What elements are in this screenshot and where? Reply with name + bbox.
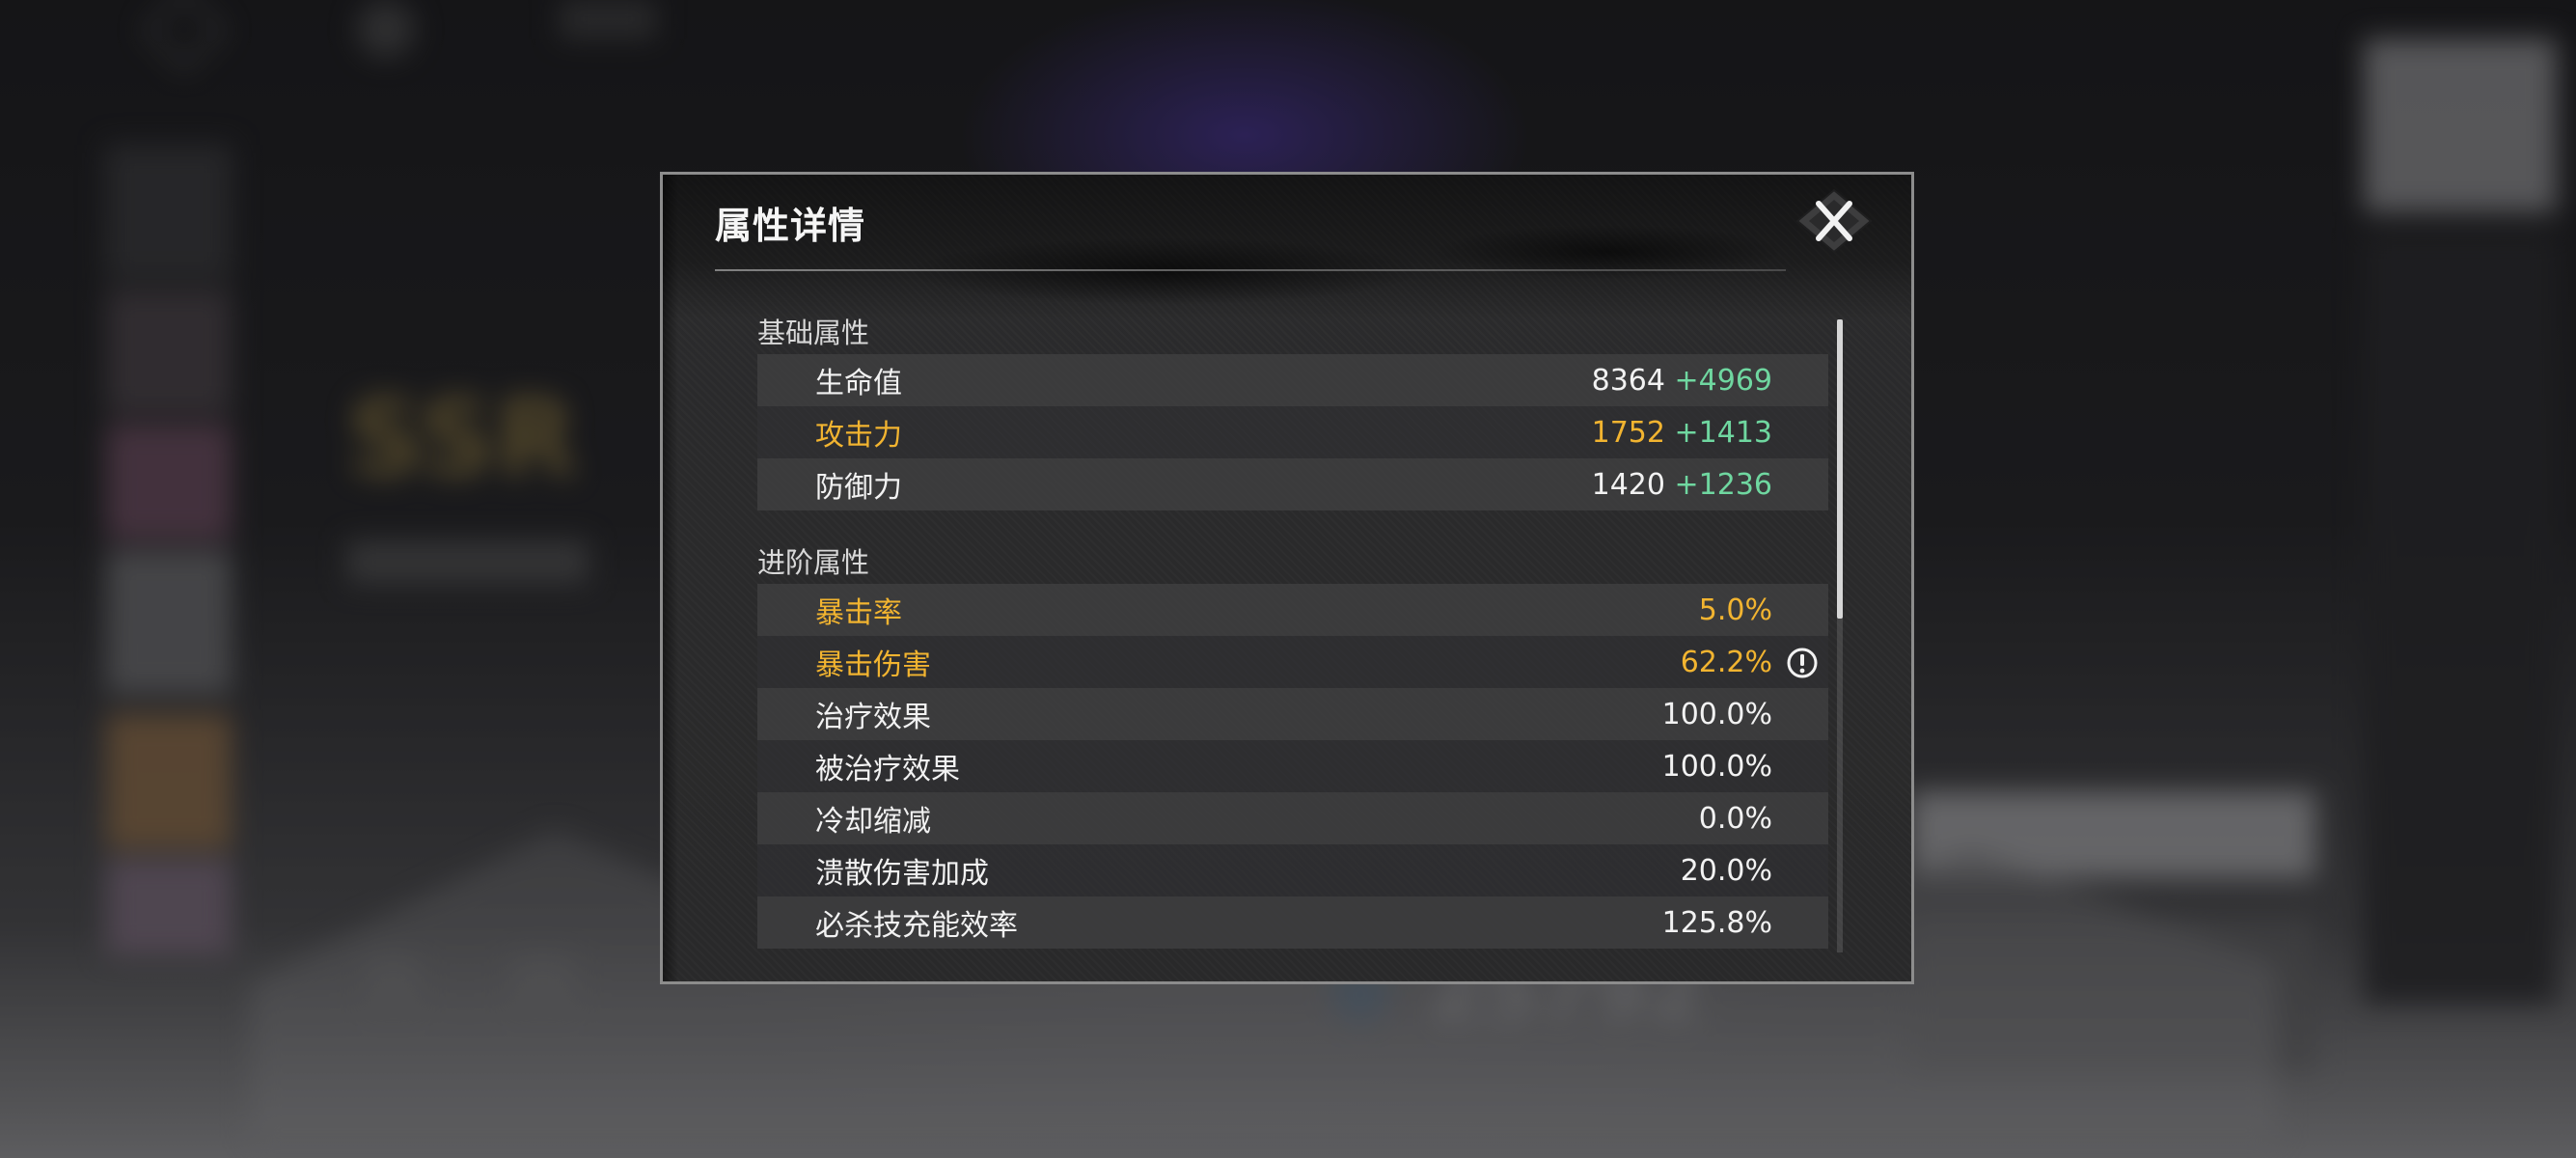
scrollbar[interactable] <box>1837 319 1843 952</box>
attr-row-break-damage: 溃散伤害加成 20.0% <box>757 844 1828 896</box>
attr-value: 0.0% <box>1699 802 1772 836</box>
attr-label: 治疗效果 <box>815 701 931 734</box>
close-x-icon <box>1795 188 1873 254</box>
attr-row-attack: 攻击力 1752 +1413 <box>757 406 1828 458</box>
attr-row-defense: 防御力 1420 +1236 <box>757 458 1828 510</box>
attr-label: 溃散伤害加成 <box>815 857 989 891</box>
attr-label: 暴击伤害 <box>815 648 931 682</box>
attr-value: 8364 +4969 <box>1592 364 1772 398</box>
attribute-details-dialog: 属性详情 基础属性 生命值 8364 +4969 攻击力 1752 +1413 … <box>660 172 1914 984</box>
info-exclamation-icon[interactable] <box>1786 647 1819 679</box>
section-title-basic: 基础属性 <box>757 317 870 349</box>
attr-label: 冷却缩减 <box>815 805 931 839</box>
attr-label: 暴击率 <box>815 596 902 630</box>
attr-row-hp: 生命值 8364 +4969 <box>757 354 1828 406</box>
attr-bonus-value: +4969 <box>1674 363 1772 398</box>
attr-bonus-value: +1236 <box>1674 467 1772 502</box>
attr-row-healing-received: 被治疗效果 100.0% <box>757 740 1828 792</box>
dialog-edge-texture <box>663 175 678 981</box>
attr-base-value: 5.0% <box>1698 593 1772 627</box>
scrollbar-thumb[interactable] <box>1837 319 1843 619</box>
attr-label: 防御力 <box>815 471 902 505</box>
attr-base-value: 100.0% <box>1661 749 1772 784</box>
close-button[interactable] <box>1790 186 1878 256</box>
title-divider <box>715 269 1786 271</box>
attr-label: 攻击力 <box>815 419 902 453</box>
attr-bonus-value: +1413 <box>1674 415 1772 450</box>
attr-base-value: 1420 <box>1591 467 1665 502</box>
attr-row-healing: 治疗效果 100.0% <box>757 688 1828 740</box>
attr-base-value: 8364 <box>1591 363 1665 398</box>
attr-label: 生命值 <box>815 367 902 400</box>
basic-attributes: 生命值 8364 +4969 攻击力 1752 +1413 防御力 1420 +… <box>757 354 1828 510</box>
attr-row-cooldown-reduction: 冷却缩减 0.0% <box>757 792 1828 844</box>
attr-value: 100.0% <box>1662 698 1772 731</box>
attr-row-crit-damage: 暴击伤害 62.2% <box>757 636 1828 688</box>
dialog-title: 属性详情 <box>715 204 866 247</box>
attribute-list[interactable]: 基础属性 生命值 8364 +4969 攻击力 1752 +1413 防御力 1… <box>757 310 1828 976</box>
attr-base-value: 62.2% <box>1680 645 1772 679</box>
attr-value: 100.0% <box>1662 750 1772 784</box>
attr-base-value: 100.0% <box>1661 697 1772 731</box>
attr-value: 125.8% <box>1662 906 1772 940</box>
attr-base-value: 0.0% <box>1698 801 1772 836</box>
attr-row-crit-rate: 暴击率 5.0% <box>757 584 1828 636</box>
attr-value: 1420 +1236 <box>1592 468 1772 502</box>
attr-row-ultimate-charge: 必杀技充能效率 125.8% <box>757 896 1828 949</box>
advanced-attributes: 暴击率 5.0% 暴击伤害 62.2% 治疗效果 100.0% 被治疗效果 10… <box>757 584 1828 949</box>
attr-value: 1752 +1413 <box>1592 416 1772 450</box>
attr-base-value: 20.0% <box>1680 853 1772 888</box>
attr-base-value: 125.8% <box>1661 905 1772 940</box>
attr-base-value: 1752 <box>1591 415 1665 450</box>
attr-value: 20.0% <box>1681 854 1772 888</box>
section-title-advanced: 进阶属性 <box>757 546 870 579</box>
attr-value: 62.2% <box>1681 646 1772 679</box>
attr-value: 5.0% <box>1699 593 1772 627</box>
attr-label: 被治疗效果 <box>815 753 960 786</box>
attr-label: 必杀技充能效率 <box>815 909 1018 943</box>
